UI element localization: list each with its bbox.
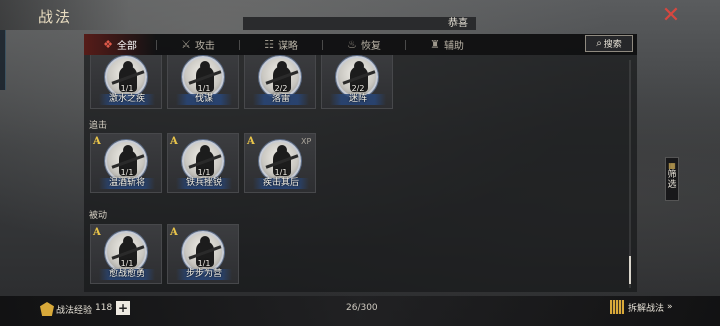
tab-support[interactable]: ♜ 辅助 <box>406 34 488 55</box>
tab-recovery[interactable]: ♨ 恢复 <box>323 34 405 55</box>
bag-icon: ♜ <box>430 38 440 51</box>
skill-count: 1/1 <box>197 84 211 93</box>
scrollbar-thumb[interactable] <box>629 256 631 284</box>
side-edge-tab <box>0 30 6 90</box>
filter-button[interactable]: ▦ 筛选 <box>665 157 679 201</box>
all-icon: ❖ <box>103 38 113 51</box>
skill-count: 1/1 <box>120 168 134 177</box>
skill-name: 伐谋 <box>194 94 213 104</box>
grade-badge: A <box>93 136 101 147</box>
add-experience-button[interactable]: + <box>116 301 130 315</box>
skill-count: 1/1 <box>197 168 211 177</box>
tab-label: 辅助 <box>443 41 464 52</box>
skill-count: 1/1 <box>274 168 288 177</box>
search-button[interactable]: ⌕ 搜索 <box>585 35 633 52</box>
skill-name: 落雷 <box>271 94 290 104</box>
grade-badge: A <box>170 136 178 147</box>
grade-badge: A <box>93 227 101 238</box>
skill-count: 2/2 <box>351 84 365 93</box>
section-label-passive: 被动 <box>89 211 108 221</box>
scrollbar-track[interactable] <box>629 60 631 288</box>
search-label: 搜索 <box>603 40 622 50</box>
skill-card[interactable]: 1/1 激水之疾 <box>90 55 162 109</box>
skill-card[interactable]: 2/2 落雷 <box>244 55 316 109</box>
skill-card[interactable]: A 1/1 铁兵挫锐 <box>167 133 239 193</box>
filter-label: 筛选 <box>667 170 677 190</box>
tab-label: 恢复 <box>360 41 381 52</box>
scroll-icon: ☷ <box>264 38 274 51</box>
announcement-bar: 恭喜 <box>243 17 476 30</box>
skill-card[interactable]: A 1/1 步步为营 <box>167 224 239 284</box>
skill-name: 愈战愈勇 <box>108 269 145 279</box>
skill-name: 铁兵挫锐 <box>185 178 222 188</box>
experience-value: 118 <box>95 303 113 313</box>
skill-name: 温酒斩将 <box>108 178 145 188</box>
skill-name: 激水之疾 <box>108 94 145 104</box>
skill-card[interactable]: A 1/1 愈战愈勇 <box>90 224 162 284</box>
skill-count: 1/1 <box>197 259 211 268</box>
category-tabs: ❖ 全部 ⚔ 攻击 ☷ 谋略 ♨ 恢复 ♜ 辅助 <box>84 34 637 55</box>
tab-label: 谋略 <box>277 41 298 52</box>
skill-name: 迷阵 <box>348 94 367 104</box>
skills-list[interactable]: 1/1 激水之疾 1/1 伐谋 2/2 落雷 2/2 迷阵 追击 A 1/1 温… <box>84 55 629 292</box>
skill-count: 2/2 <box>274 84 288 93</box>
skill-name: 步步为营 <box>185 269 222 279</box>
xp-tag: XP <box>301 137 312 146</box>
dismantle-icon <box>610 300 624 314</box>
page-title: 战法 <box>38 8 73 26</box>
skill-card[interactable]: 2/2 迷阵 <box>321 55 393 109</box>
dismantle-button[interactable]: 拆解战法 » <box>610 300 673 314</box>
tab-label: 攻击 <box>194 41 215 52</box>
tab-attack[interactable]: ⚔ 攻击 <box>157 34 239 55</box>
skill-card[interactable]: 1/1 伐谋 <box>167 55 239 109</box>
grade-badge: A <box>170 227 178 238</box>
skill-count: 1/1 <box>120 84 134 93</box>
search-icon: ⌕ <box>596 38 602 49</box>
tab-strategy[interactable]: ☷ 谋略 <box>240 34 322 55</box>
section-label-pursuit: 追击 <box>89 121 108 131</box>
skill-capacity: 26/300 <box>346 303 378 313</box>
skill-card[interactable]: A XP 1/1 疾击其后 <box>244 133 316 193</box>
pot-icon: ♨ <box>347 38 357 51</box>
tab-all[interactable]: ❖ 全部 <box>84 34 156 55</box>
skill-name: 疾击其后 <box>262 178 299 188</box>
dismantle-label: 拆解战法 <box>628 303 665 314</box>
close-icon[interactable]: ✕ <box>660 5 682 27</box>
skill-count: 1/1 <box>120 259 134 268</box>
experience-label: 战法经验 <box>56 306 93 316</box>
double-chevron-icon: » <box>667 302 673 312</box>
swords-icon: ⚔ <box>181 38 191 51</box>
grade-badge: A <box>247 136 255 147</box>
tab-label: 全部 <box>116 41 137 52</box>
skill-card[interactable]: A 1/1 温酒斩将 <box>90 133 162 193</box>
filter-grid-icon: ▦ <box>668 161 676 170</box>
